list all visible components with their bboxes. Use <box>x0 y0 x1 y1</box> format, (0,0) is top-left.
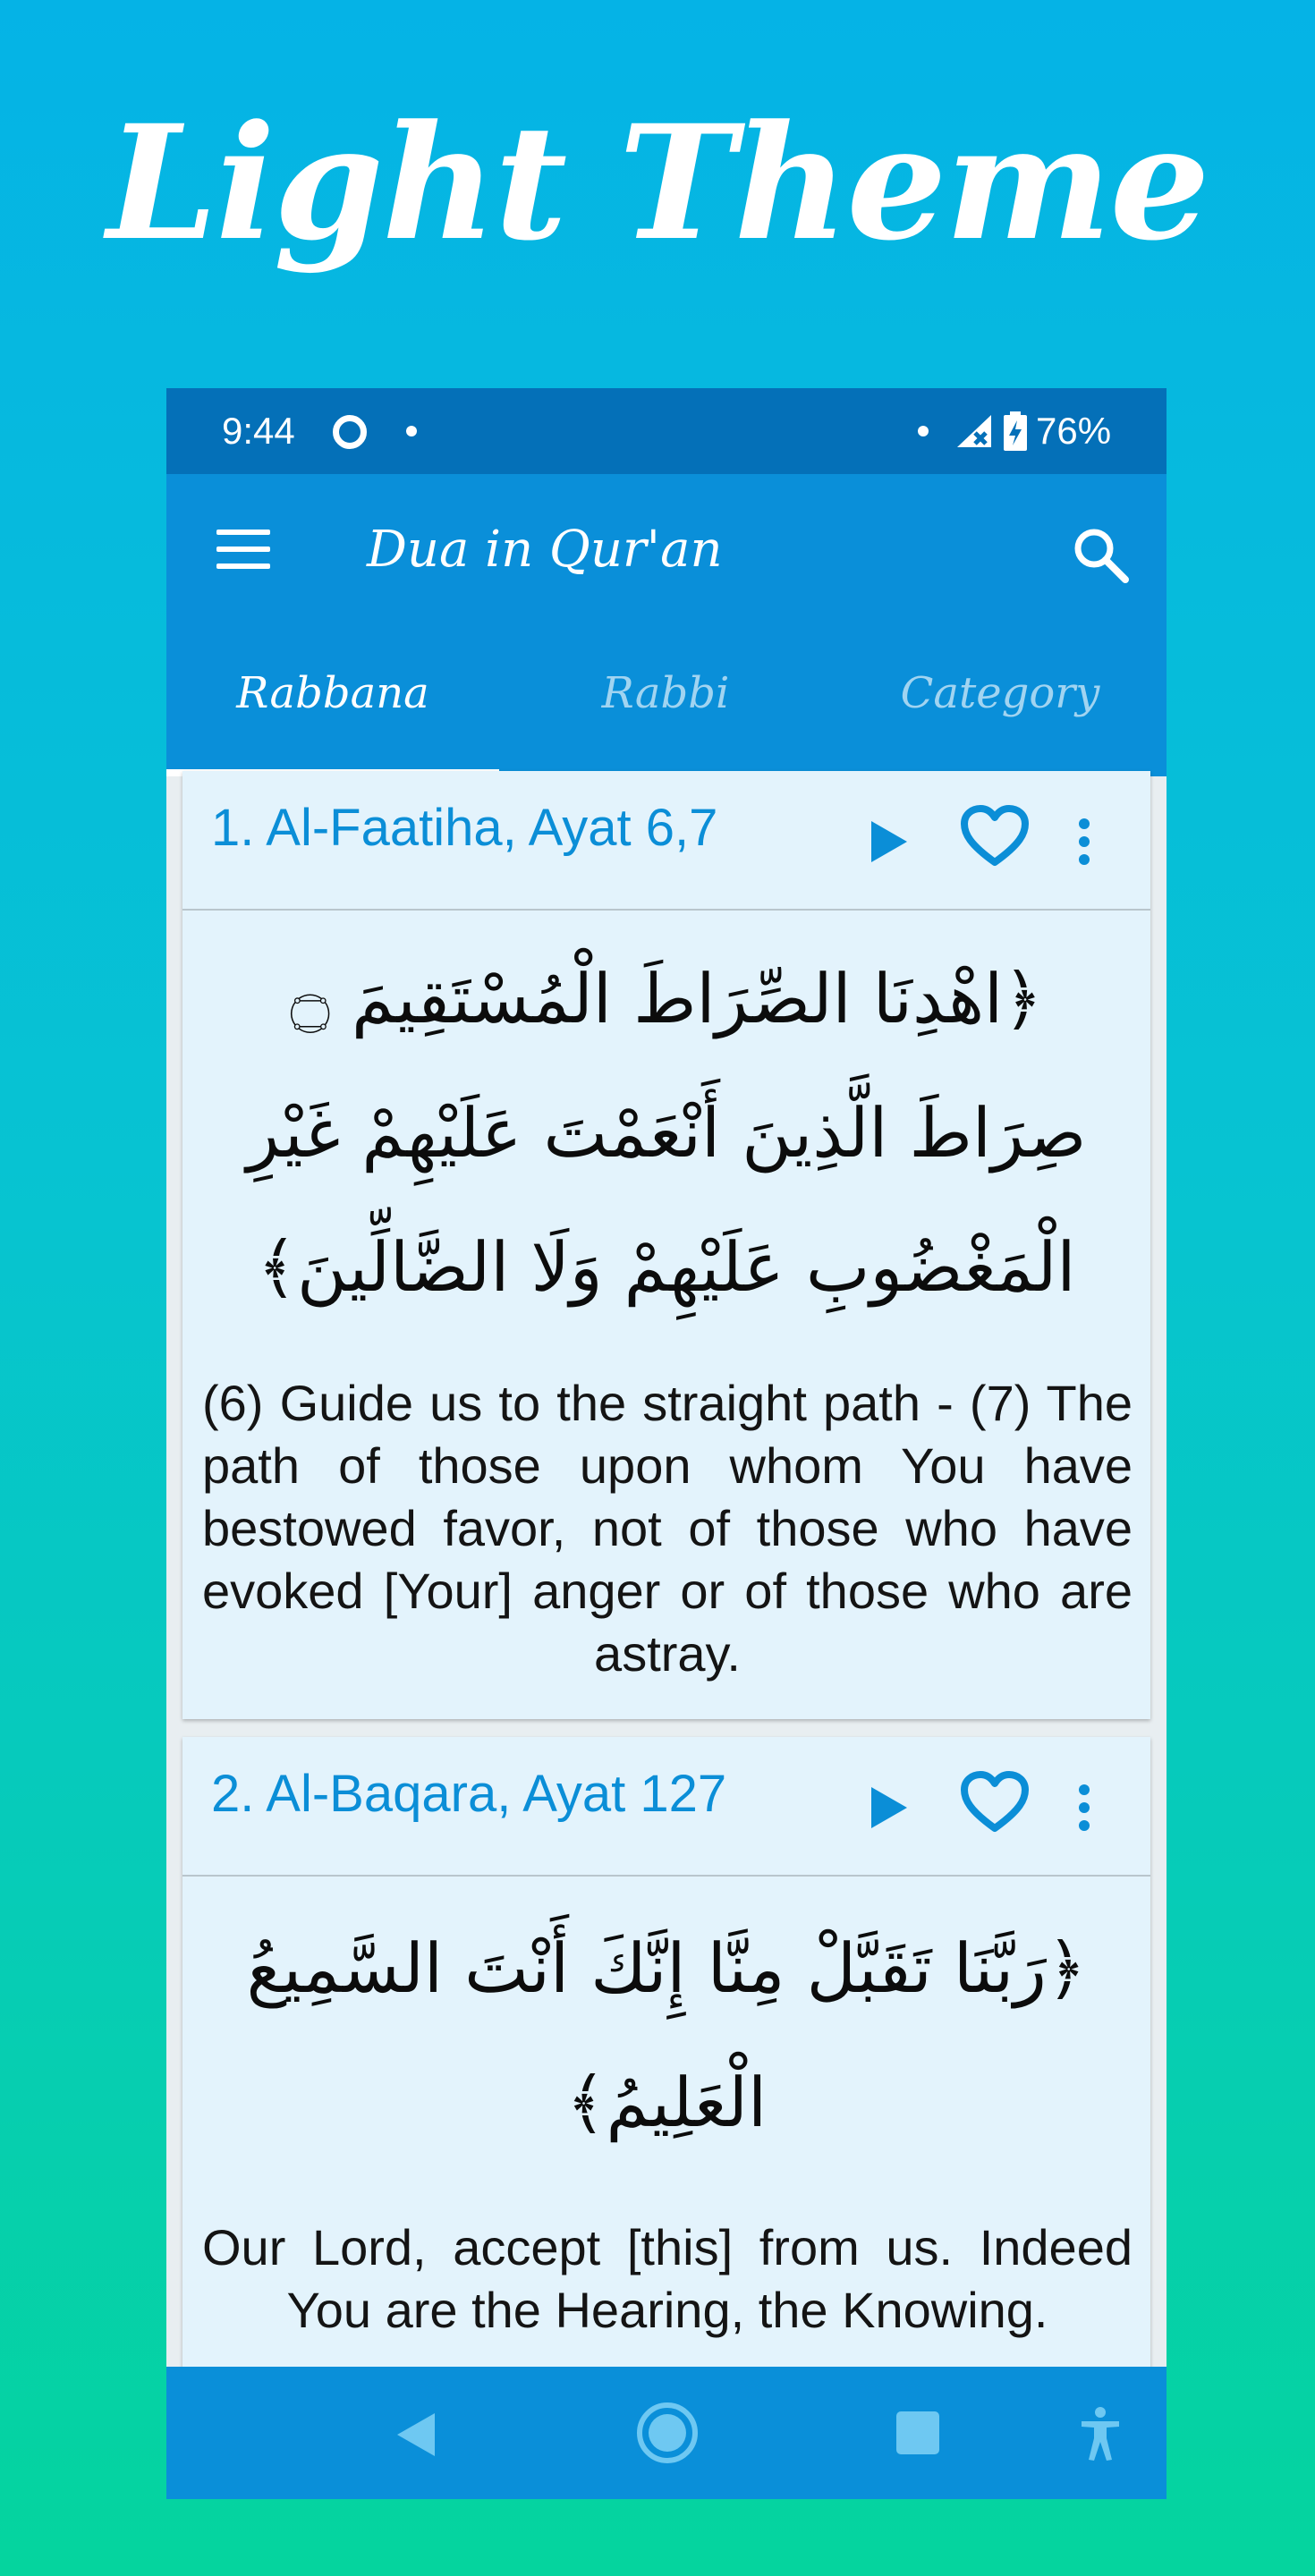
signal-icon <box>957 415 991 447</box>
status-time: 9:44 <box>222 410 295 452</box>
recents-icon[interactable] <box>896 2411 939 2454</box>
heart-icon[interactable] <box>961 1771 1029 1834</box>
card-title: 2. Al-Baqara, Ayat 127 <box>211 1765 727 1823</box>
card-title: 1. Al-Faatiha, Ayat 6,7 <box>211 799 718 857</box>
card-header: 2. Al-Baqara, Ayat 127 <box>182 1737 1150 1877</box>
record-icon <box>333 415 367 449</box>
tab-bar: Rabbana Rabbi Category <box>166 635 1167 776</box>
more-vertical-icon[interactable] <box>1077 1784 1091 1832</box>
search-icon[interactable] <box>1070 524 1133 587</box>
battery-icon <box>1004 411 1027 451</box>
accessibility-icon[interactable] <box>1079 2406 1122 2462</box>
arabic-verse: ﴿اهْدِنَا الصِّرَاطَ الْمُسْتَقِيمَ ۝ صِ… <box>246 959 1087 1307</box>
arabic-verse: ﴿رَبَّنَا تَقَبَّلْ مِنَّا إِنَّكَ أَنْت… <box>246 1928 1087 2142</box>
back-icon[interactable] <box>395 2411 437 2458</box>
battery-percentage: 76% <box>1036 410 1112 452</box>
card-header: 1. Al-Faatiha, Ayat 6,7 <box>182 771 1150 911</box>
play-icon[interactable] <box>868 818 911 866</box>
home-icon[interactable] <box>635 2401 700 2465</box>
tab-rabbi[interactable]: Rabbi <box>499 635 832 769</box>
verse-translation: (6) Guide us to the straight path - (7) … <box>202 1375 1133 1682</box>
navigation-bar <box>166 2367 1167 2499</box>
heart-icon[interactable] <box>961 805 1029 868</box>
dot-icon <box>918 426 929 436</box>
app-bar: Dua in Qur'an Rabbana Rabbi Category <box>166 474 1167 776</box>
promo-title: Light Theme <box>106 90 1209 275</box>
tab-category[interactable]: Category <box>834 635 1167 769</box>
play-icon[interactable] <box>868 1784 911 1832</box>
dua-card[interactable]: 2. Al-Baqara, Ayat 127 ﴿رَبَّنَا تَقَبَّ… <box>182 1737 1150 2381</box>
phone-screen: 9:44 76% Dua in Qur'an Rabbana Rabbi Cat… <box>166 388 1167 2499</box>
dot-icon <box>406 426 417 436</box>
tab-rabbana[interactable]: Rabbana <box>166 635 499 769</box>
status-bar: 9:44 76% <box>166 388 1167 474</box>
dua-card[interactable]: 1. Al-Faatiha, Ayat 6,7 ﴿اهْدِنَا الصِّر… <box>182 771 1150 1719</box>
more-vertical-icon[interactable] <box>1077 818 1091 866</box>
app-title: Dua in Qur'an <box>367 521 723 579</box>
menu-icon[interactable] <box>216 530 270 569</box>
verse-translation: Our Lord, accept [this] from us. Indeed … <box>202 2219 1133 2338</box>
